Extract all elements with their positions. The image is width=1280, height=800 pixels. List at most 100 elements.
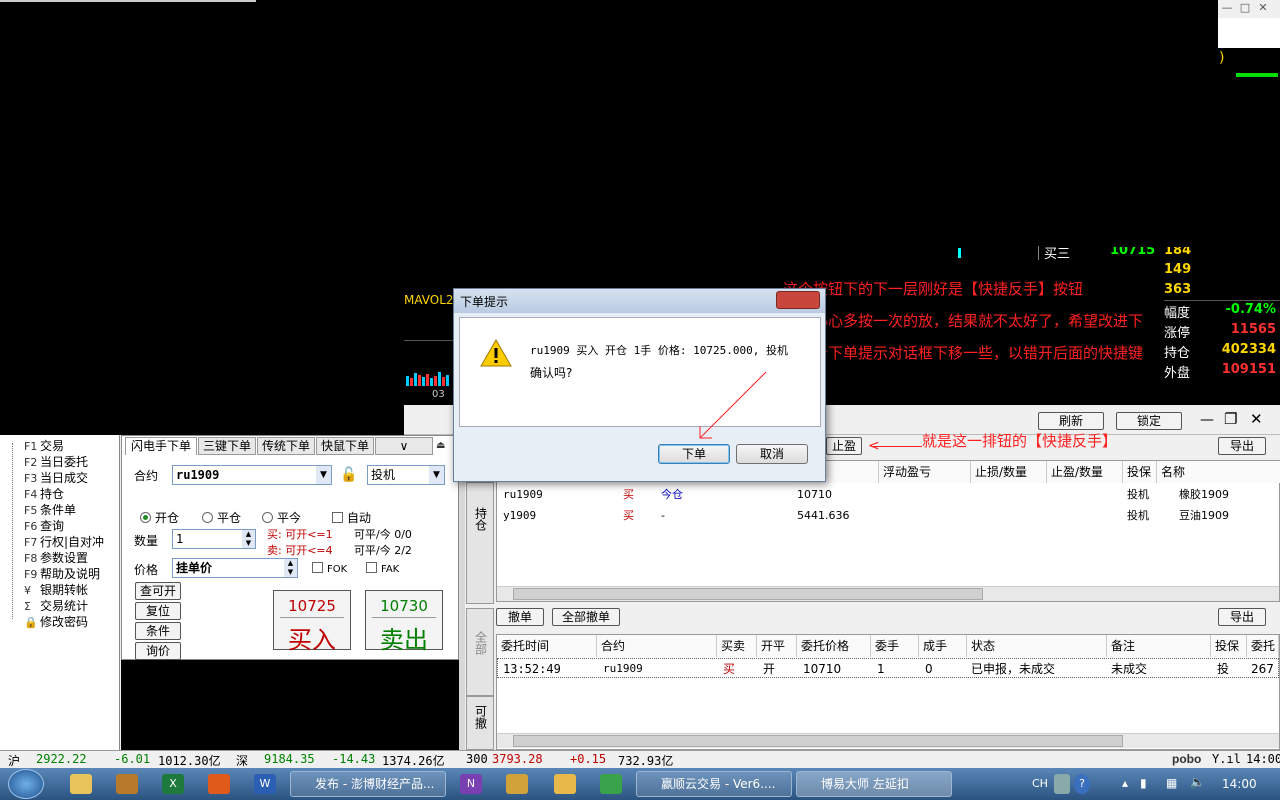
minimize-panel-icon[interactable]: — bbox=[1200, 412, 1214, 428]
onenote-icon[interactable]: N bbox=[460, 774, 482, 794]
sz-label: 深 bbox=[236, 754, 249, 768]
tab-positions[interactable]: 持仓 bbox=[466, 482, 494, 604]
folder-icon[interactable] bbox=[70, 774, 92, 794]
chrome-icon[interactable] bbox=[600, 774, 622, 794]
close-today-radio[interactable]: 平今 bbox=[262, 509, 301, 526]
close-icon[interactable] bbox=[776, 291, 820, 309]
buy-button[interactable]: 10725 买入 bbox=[273, 590, 351, 654]
cancel-button[interactable]: 取消 bbox=[736, 444, 808, 464]
ask-price-button[interactable]: 询价 bbox=[135, 642, 181, 660]
table-cell: 10710 bbox=[803, 662, 842, 676]
fak-checkbox[interactable]: FAK bbox=[366, 562, 399, 575]
export-positions-button[interactable]: 导出 bbox=[1218, 437, 1266, 455]
open-radio[interactable]: 开仓 bbox=[140, 509, 179, 526]
horizontal-scrollbar[interactable] bbox=[497, 586, 1279, 601]
app-icon[interactable] bbox=[506, 774, 528, 794]
maximize-panel-icon[interactable]: ❐ bbox=[1224, 410, 1237, 428]
sell-button[interactable]: 10730 卖出 bbox=[365, 590, 443, 654]
tab-three-key[interactable]: 三键下单 bbox=[198, 437, 256, 455]
scroll-thumb[interactable] bbox=[513, 588, 983, 600]
table-cell[interactable]: y1909 bbox=[503, 506, 536, 526]
word-icon[interactable]: W bbox=[254, 774, 276, 794]
maximize-icon[interactable]: □ bbox=[1236, 1, 1254, 14]
tab-all[interactable]: 全部 bbox=[466, 608, 494, 696]
tab-cancellable[interactable]: 可撤 bbox=[466, 696, 494, 750]
c300-label: 300 bbox=[466, 752, 488, 766]
table-cell[interactable]: 豆油1909 bbox=[1179, 506, 1229, 526]
task-chrome-publish[interactable]: 发布 - 澎博财经产品... bbox=[290, 771, 446, 797]
table-cell[interactable]: 投机 bbox=[1127, 485, 1149, 505]
menu-item-settings[interactable]: F8 参数设置 bbox=[24, 549, 88, 565]
table-cell[interactable]: 5441.636 bbox=[797, 506, 850, 526]
table-cell[interactable]: 买 bbox=[623, 506, 634, 526]
menu-item-exercise[interactable]: F7 行权|自对冲 bbox=[24, 533, 104, 549]
table-cell[interactable]: 橡胶1909 bbox=[1179, 485, 1229, 505]
close-icon[interactable]: ✕ bbox=[1254, 1, 1272, 14]
task-trading-app[interactable]: 赢顺云交易 - Ver6.... bbox=[636, 771, 792, 797]
keyboard-icon[interactable] bbox=[1054, 774, 1070, 794]
table-cell[interactable]: 10710 bbox=[797, 485, 832, 505]
app-icon[interactable] bbox=[554, 774, 576, 794]
table-cell[interactable]: - bbox=[661, 506, 665, 526]
refresh-button[interactable]: 刷新 bbox=[1038, 412, 1104, 430]
menu-item-transfer[interactable]: ¥ 银期转帐 bbox=[24, 581, 88, 597]
close-radio[interactable]: 平仓 bbox=[202, 509, 241, 526]
menu-item-help[interactable]: F9 帮助及说明 bbox=[24, 565, 100, 581]
tray-expand-icon[interactable]: ▴ bbox=[1122, 776, 1128, 790]
network-icon[interactable]: ▦ bbox=[1166, 776, 1177, 790]
tab-more[interactable]: ∨ bbox=[375, 437, 433, 455]
query-available-button[interactable]: 查可开 bbox=[135, 582, 181, 600]
app-icon[interactable] bbox=[116, 774, 138, 794]
menu-item-password[interactable]: 🔒 修改密码 bbox=[24, 613, 88, 629]
menu-item-conditional[interactable]: F5 条件单 bbox=[24, 501, 76, 517]
tab-flash-order[interactable]: 闪电手下单 bbox=[125, 437, 197, 455]
task-boyi-master[interactable]: 博易大师 左延扣 bbox=[796, 771, 952, 797]
minimize-icon[interactable]: — bbox=[1218, 1, 1236, 14]
tab-traditional[interactable]: 传统下单 bbox=[257, 437, 315, 455]
unlock-icon[interactable]: 🔓 bbox=[340, 467, 357, 483]
language-indicator[interactable]: CH bbox=[1032, 777, 1048, 790]
menu-item-positions[interactable]: F4 持仓 bbox=[24, 485, 64, 501]
taskbar-clock[interactable]: 14:00 bbox=[1222, 777, 1257, 791]
battery-icon[interactable]: ▮ bbox=[1140, 776, 1147, 790]
qty-stepper[interactable]: ▲ ▼ bbox=[242, 530, 255, 548]
cancel-order-button[interactable]: 撤单 bbox=[496, 608, 544, 626]
dialog-titlebar[interactable]: 下单提示 bbox=[454, 289, 825, 313]
chevron-down-icon[interactable]: ▼ bbox=[316, 466, 331, 484]
export-orders-button[interactable]: 导出 bbox=[1218, 608, 1266, 626]
tab-quick-mouse[interactable]: 快鼠下单 bbox=[316, 437, 374, 455]
table-cell[interactable]: ru1909 bbox=[503, 485, 543, 505]
cancel-all-button[interactable]: 全部撤单 bbox=[552, 608, 620, 626]
reset-button[interactable]: 复位 bbox=[135, 602, 181, 620]
eject-icon[interactable]: ⏏ bbox=[436, 440, 445, 451]
table-cell[interactable]: 今仓 bbox=[661, 485, 683, 505]
contract-input[interactable]: ru1909 bbox=[172, 465, 332, 485]
excel-icon[interactable]: X bbox=[162, 774, 184, 794]
table-cell[interactable]: 买 bbox=[623, 485, 634, 505]
menu-item-query[interactable]: F6 查询 bbox=[24, 517, 64, 533]
horizontal-scrollbar[interactable] bbox=[497, 733, 1279, 748]
lock-button[interactable]: 锁定 bbox=[1116, 412, 1182, 430]
help-icon[interactable]: ? bbox=[1074, 774, 1090, 794]
stop-profit-button[interactable]: 止盈 bbox=[826, 437, 862, 455]
price-stepper[interactable]: ▲ ▼ bbox=[284, 559, 297, 577]
menu-item-fills[interactable]: F3 当日成交 bbox=[24, 469, 88, 485]
auto-checkbox[interactable]: 自动 bbox=[332, 509, 371, 526]
price-input[interactable]: 挂单价 bbox=[172, 558, 298, 578]
window-controls[interactable]: — □ ✕ bbox=[1218, 0, 1280, 18]
browser-icon[interactable] bbox=[208, 774, 230, 794]
table-cell[interactable]: 投机 bbox=[1127, 506, 1149, 526]
place-order-button[interactable]: 下单 bbox=[658, 444, 730, 464]
splitter[interactable] bbox=[459, 435, 465, 750]
start-button[interactable] bbox=[8, 769, 44, 799]
fok-checkbox[interactable]: FOK bbox=[312, 562, 347, 575]
menu-item-trade[interactable]: F1 交易 bbox=[24, 437, 64, 453]
col-header: 投保 bbox=[1123, 461, 1157, 483]
close-panel-icon[interactable]: ✕ bbox=[1250, 410, 1263, 428]
scroll-thumb[interactable] bbox=[513, 735, 1123, 747]
chevron-down-icon[interactable]: ▼ bbox=[429, 466, 444, 484]
condition-button[interactable]: 条件 bbox=[135, 622, 181, 640]
volume-icon[interactable]: 🔈 bbox=[1190, 775, 1205, 789]
menu-item-stats[interactable]: Σ 交易统计 bbox=[24, 597, 88, 613]
menu-item-orders[interactable]: F2 当日委托 bbox=[24, 453, 88, 469]
